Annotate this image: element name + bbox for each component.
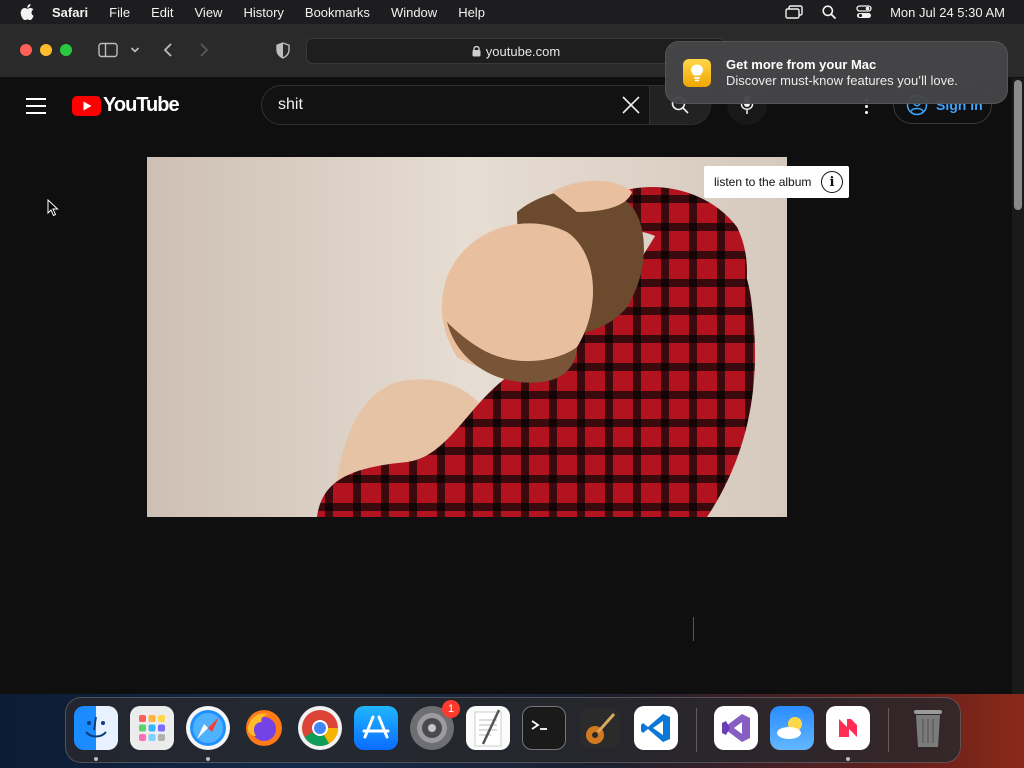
- album-overlay-label: listen to the album: [714, 175, 812, 189]
- address-bar[interactable]: youtube.com: [306, 38, 726, 64]
- menu-window[interactable]: Window: [391, 5, 437, 20]
- notification-title: Get more from your Mac: [726, 57, 877, 72]
- vscode-icon[interactable]: [634, 706, 678, 750]
- garageband-icon[interactable]: [578, 706, 622, 750]
- spotlight-search-icon[interactable]: [820, 4, 838, 20]
- fullscreen-window-button[interactable]: [60, 44, 72, 56]
- screen-mirroring-icon[interactable]: [785, 4, 803, 20]
- tips-notification[interactable]: Get more from your Mac Discover must-kno…: [665, 41, 1008, 104]
- search-input[interactable]: [278, 86, 608, 124]
- system-settings-badge: 1: [442, 700, 460, 718]
- safari-running-indicator: [206, 757, 210, 761]
- system-settings-icon[interactable]: 1: [410, 700, 460, 750]
- launchpad-icon[interactable]: [130, 706, 174, 750]
- youtube-play-icon: [72, 95, 101, 116]
- terminal-icon[interactable]: [522, 706, 566, 750]
- dock: 1: [65, 697, 961, 763]
- forward-icon[interactable]: [197, 40, 211, 60]
- weather-icon[interactable]: [770, 706, 814, 750]
- youtube-page: YouTube Sign in: [0, 78, 1024, 694]
- scrollbar-track[interactable]: [1012, 78, 1024, 694]
- info-icon[interactable]: i: [821, 171, 843, 193]
- mouse-pointer-icon: [47, 198, 59, 222]
- finder-running-indicator: [94, 757, 98, 761]
- dock-separator-trash: [888, 708, 889, 752]
- menu-file[interactable]: File: [109, 5, 130, 20]
- close-window-button[interactable]: [20, 44, 32, 56]
- sidebar-toggle-icon[interactable]: [97, 40, 119, 60]
- divider: [693, 617, 694, 641]
- youtube-logo[interactable]: YouTube: [72, 94, 180, 117]
- menu-bookmarks[interactable]: Bookmarks: [305, 5, 370, 20]
- finder-icon[interactable]: [74, 706, 118, 750]
- menu-edit[interactable]: Edit: [151, 5, 173, 20]
- dock-separator: [696, 708, 697, 752]
- menu-bar: Safari File Edit View History Bookmarks …: [0, 0, 1024, 24]
- chrome-icon[interactable]: [298, 706, 342, 750]
- search-box: [261, 85, 649, 125]
- video-frame: [147, 157, 787, 517]
- menu-history[interactable]: History: [243, 5, 283, 20]
- menu-clock[interactable]: Mon Jul 24 5:30 AM: [890, 5, 1005, 20]
- lock-icon: [472, 45, 481, 57]
- menu-app-name[interactable]: Safari: [52, 5, 88, 20]
- tips-lightbulb-icon: [683, 58, 711, 87]
- news-running-indicator: [846, 757, 850, 761]
- apple-menu-icon[interactable]: [20, 4, 34, 20]
- desktop: Safari File Edit View History Bookmarks …: [0, 0, 1024, 768]
- visual-studio-icon[interactable]: [714, 706, 758, 750]
- safari-app-icon[interactable]: [186, 706, 230, 750]
- textedit-icon[interactable]: [466, 706, 510, 750]
- back-icon[interactable]: [161, 40, 175, 60]
- hamburger-menu-icon[interactable]: [26, 98, 46, 114]
- youtube-wordmark: YouTube: [103, 94, 180, 116]
- minimize-window-button[interactable]: [40, 44, 52, 56]
- menu-view[interactable]: View: [195, 5, 223, 20]
- scrollbar-thumb[interactable]: [1014, 80, 1022, 210]
- video-player[interactable]: [147, 157, 787, 517]
- chevron-down-icon[interactable]: [129, 40, 141, 60]
- app-store-icon[interactable]: [354, 706, 398, 750]
- album-overlay-card[interactable]: listen to the album i: [704, 166, 849, 198]
- trash-icon[interactable]: [906, 706, 950, 750]
- notification-body: Discover must-know features you’ll love.: [726, 73, 958, 88]
- control-center-icon[interactable]: [855, 4, 873, 20]
- news-icon[interactable]: [826, 706, 870, 750]
- safari-window: youtube.com YouTube shit Sign in listen …: [0, 24, 1024, 694]
- firefox-icon[interactable]: [242, 706, 286, 750]
- privacy-shield-icon[interactable]: [274, 40, 292, 60]
- menu-help[interactable]: Help: [458, 5, 485, 20]
- clear-search-icon[interactable]: [621, 95, 641, 115]
- address-bar-url: youtube.com: [485, 43, 561, 59]
